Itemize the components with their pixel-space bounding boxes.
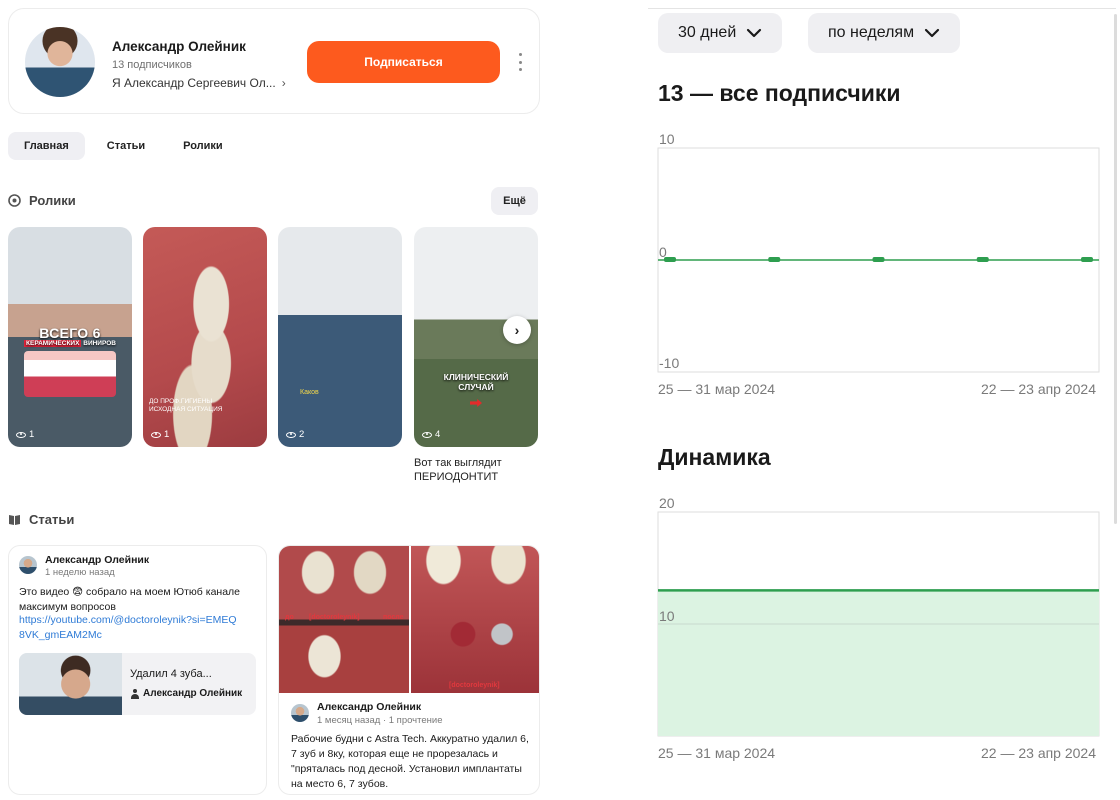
y-tick-label: 20	[659, 495, 675, 511]
article-card[interactable]: Александр Олейник 1 неделю назад Это вид…	[8, 545, 267, 795]
article-text: Рабочие будни с Astra Tech. Аккуратно уд…	[291, 733, 529, 790]
statistics-panel: 30 дней по неделям 13 — все подписчики 1…	[648, 0, 1120, 800]
watermark: после	[383, 614, 404, 621]
reel-overlay-title: КЛИНИЧЕСКИЙ СЛУЧАЙ	[443, 372, 509, 392]
grouping-dropdown[interactable]: по неделям	[808, 13, 961, 53]
reels-more-button[interactable]: Ещё	[491, 187, 538, 215]
article-meta: 1 месяц назад · 1 прочтение	[317, 715, 443, 726]
watermark: [doctoroleynik]	[309, 614, 360, 621]
reels-section-title: Ролики	[29, 193, 76, 208]
chart-title: Динамика	[658, 444, 771, 470]
articles-section-title: Статьи	[29, 512, 75, 527]
reel-card[interactable]: ВСЕГО 6 КЕРАМИЧЕСКИХ ВИНИРОВ 1	[8, 227, 132, 447]
reel-caption: Каков	[300, 389, 319, 396]
eye-icon	[16, 431, 26, 438]
reel-overlay-title: ВСЕГО 6	[39, 325, 101, 341]
article-link[interactable]: https://youtube.com/@doctoroleynik?si=EM…	[19, 613, 239, 643]
smile-image	[24, 351, 116, 397]
article-image-before: до [doctoroleynik] после	[279, 546, 409, 693]
subscribe-button[interactable]: Подписаться	[307, 41, 500, 83]
y-tick-label: -10	[659, 355, 679, 371]
chart-x-end-label: 22 — 23 апр 2024	[981, 745, 1097, 761]
data-point	[976, 257, 989, 262]
period-dropdown-label: 30 дней	[678, 24, 737, 41]
dynamics-chart-svg: 2010010	[657, 495, 1100, 737]
watermark: [doctoroleynik]	[449, 682, 500, 689]
profile-description-text: Я Александр Сергеевич Ол...	[112, 76, 276, 90]
article-text: Это видео 😨 собрало на моем Ютюб канале …	[19, 586, 241, 613]
more-options-icon[interactable]	[514, 53, 526, 71]
data-point	[664, 257, 676, 262]
data-point	[872, 257, 885, 262]
period-dropdown[interactable]: 30 дней	[658, 13, 783, 53]
chevron-right-icon: ›	[281, 76, 286, 90]
watermark: до	[285, 614, 294, 621]
article-meta: 1 неделю назад	[45, 567, 115, 578]
chart-x-end-label: 22 — 23 апр 2024	[981, 381, 1097, 397]
profile-card: Александр Олейник 13 подписчиков Я Алекс…	[8, 8, 540, 114]
subscriber-count: 13 подписчиков	[112, 59, 192, 71]
chart-title: 13 — все подписчики	[658, 80, 901, 106]
tab-articles[interactable]: Статьи	[91, 132, 161, 160]
reel-title[interactable]: Вот так выглядит ПЕРИОДОНТИТ	[414, 456, 544, 485]
scrollbar[interactable]	[1114, 14, 1117, 524]
nested-article-preview[interactable]: Удалил 4 зуба... Александр Олейник	[19, 653, 256, 715]
reel-overlay-subtitle: КЕРАМИЧЕСКИХ ВИНИРОВ	[24, 340, 116, 347]
reels-icon	[8, 194, 21, 207]
subscribers-chart-svg: 100-10	[657, 131, 1100, 373]
tab-main[interactable]: Главная	[8, 132, 85, 160]
data-point	[768, 257, 781, 262]
grouping-dropdown-label: по неделям	[828, 24, 915, 41]
article-card[interactable]: до [doctoroleynik] после [doctoroleynik]…	[278, 545, 540, 795]
reel-card[interactable]: До проф.гигиены исходная ситуация 1	[143, 227, 267, 447]
eye-icon	[151, 431, 161, 438]
data-point	[1081, 257, 1093, 262]
article-author[interactable]: Александр Олейник	[317, 701, 421, 713]
chevron-down-icon	[924, 28, 940, 38]
reel-views: 4	[422, 429, 440, 440]
eye-icon	[286, 431, 296, 438]
chart-x-start-label: 25 — 31 мар 2024	[658, 745, 776, 761]
reel-views: 1	[151, 429, 169, 440]
arrow-icon	[470, 399, 482, 407]
reel-caption: До проф.гигиены исходная ситуация	[149, 398, 223, 414]
nested-article-author: Александр Олейник	[130, 688, 242, 699]
channel-tabs: Главная Статьи Ролики	[8, 132, 239, 160]
articles-section-header: Статьи	[8, 512, 74, 527]
reels-section-header: Ролики	[8, 193, 76, 208]
book-icon	[9, 515, 20, 525]
y-tick-label: 10	[659, 608, 675, 624]
reel-card[interactable]: Каков 2	[278, 227, 402, 447]
author-avatar	[291, 704, 309, 722]
divider	[648, 8, 1116, 9]
dynamics-chart: 2010010	[656, 492, 1102, 745]
article-author[interactable]: Александр Олейник	[45, 554, 149, 566]
profile-description[interactable]: Я Александр Сергеевич Ол... ›	[112, 76, 286, 90]
area-fill	[658, 590, 1099, 736]
carousel-next-button[interactable]: ›	[503, 316, 531, 344]
reel-views: 2	[286, 429, 304, 440]
person-icon	[130, 688, 139, 699]
subscribers-chart: 10 0 -10	[656, 128, 1102, 381]
channel-page: Александр Олейник 13 подписчиков Я Алекс…	[0, 0, 548, 800]
chevron-down-icon	[747, 28, 762, 38]
eye-icon	[422, 431, 432, 438]
nested-article-title: Удалил 4 зуба...	[130, 668, 212, 680]
chart-x-start-label: 25 — 31 мар 2024	[658, 381, 776, 397]
avatar[interactable]	[25, 27, 95, 97]
nested-article-thumbnail	[19, 653, 122, 715]
article-image-after: [doctoroleynik]	[411, 546, 539, 693]
author-avatar	[19, 556, 37, 574]
reel-views: 1	[16, 429, 34, 440]
profile-name[interactable]: Александр Олейник	[112, 39, 246, 54]
tab-reels[interactable]: Ролики	[167, 132, 239, 160]
y-tick-label: 10	[659, 131, 675, 147]
